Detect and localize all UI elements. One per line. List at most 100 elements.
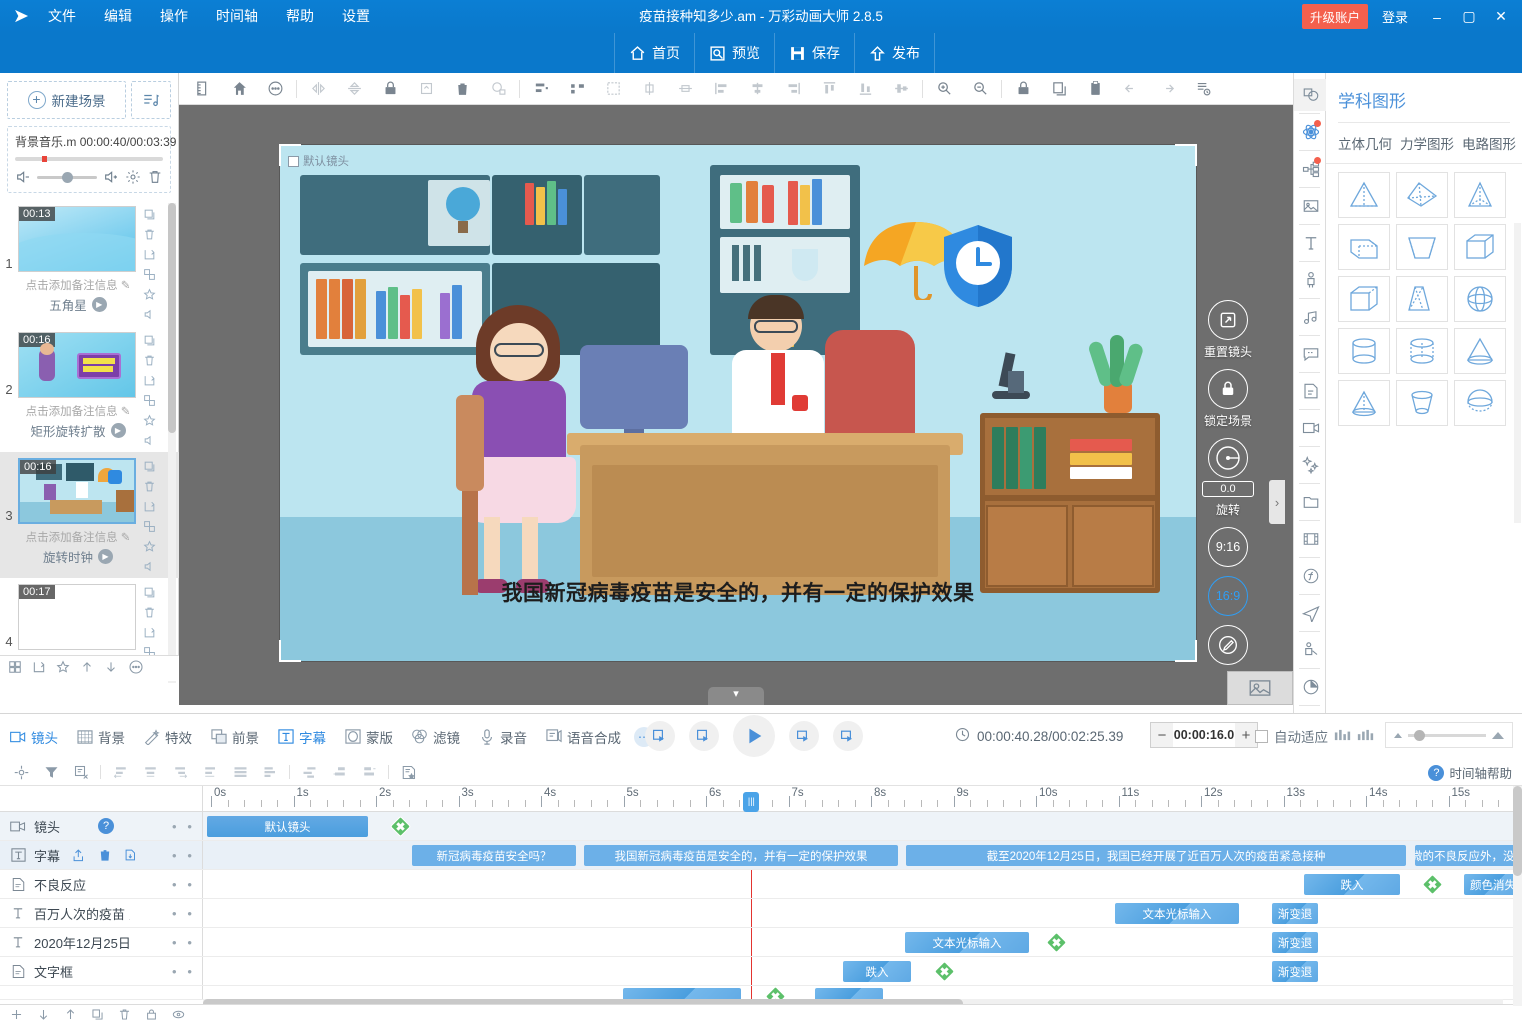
role-icon[interactable]: [1294, 634, 1327, 666]
copy-icon[interactable]: [91, 1008, 104, 1024]
trash-icon[interactable]: [98, 848, 112, 862]
duplicate-scene-icon[interactable]: [143, 268, 156, 284]
zoom-track[interactable]: [1408, 734, 1486, 737]
volume-slider[interactable]: [37, 176, 97, 179]
scene-transition[interactable]: 矩形旋转扩散 ▶: [18, 421, 138, 443]
distribute-cols-icon[interactable]: [255, 760, 285, 785]
pyramid-icon[interactable]: [1454, 172, 1506, 218]
sphere-icon[interactable]: [1454, 276, 1506, 322]
scene-transition[interactable]: 旋转时钟 ▶: [18, 547, 138, 569]
duplicate-scene-icon[interactable]: [143, 394, 156, 410]
library-scrollbar[interactable]: [1514, 223, 1521, 523]
align-group-icon[interactable]: [523, 74, 559, 104]
track-clips[interactable]: [203, 986, 1522, 999]
track-type-camera[interactable]: 镜头: [0, 714, 67, 760]
flip-horizontal-icon[interactable]: [300, 74, 336, 104]
duplicate-scene-icon[interactable]: [143, 520, 156, 536]
star-icon[interactable]: [56, 660, 70, 677]
camera-label[interactable]: 默认镜头: [288, 153, 349, 169]
align-middle-h-icon[interactable]: [883, 74, 919, 104]
ratio-9-16-button[interactable]: 9:16: [1208, 527, 1248, 567]
autofit-checkbox[interactable]: [1255, 730, 1268, 743]
align-both-icon[interactable]: [195, 760, 225, 785]
selection-corner-bl[interactable]: [279, 640, 301, 662]
wedge-icon[interactable]: [1338, 224, 1390, 270]
hemisphere-icon[interactable]: [1454, 380, 1506, 426]
scene-note[interactable]: 点击添加备注信息 ✎: [18, 524, 138, 547]
login-button[interactable]: 登录: [1370, 7, 1420, 26]
scene-thumbnail[interactable]: 00:16: [18, 332, 136, 398]
clip-subtitle-1[interactable]: 新冠病毒疫苗安全吗？: [412, 845, 576, 866]
copy-scene-icon[interactable]: [143, 460, 156, 476]
track-row[interactable]: 字幕 • • 新冠病毒疫苗安全吗？ 我国新冠病毒疫苗是安全的，并有一定的保护效果…: [0, 841, 1522, 870]
eye-icon[interactable]: [172, 1008, 185, 1024]
folder-icon[interactable]: [1294, 486, 1327, 518]
lock-icon[interactable]: [372, 74, 408, 104]
tab-mechanics[interactable]: 力学图形: [1400, 133, 1454, 153]
tab-solid-geometry[interactable]: 立体几何: [1338, 133, 1392, 153]
track-clips[interactable]: 默认镜头: [203, 812, 1522, 840]
delete-scene-icon[interactable]: [143, 606, 156, 622]
scene-order-icon[interactable]: [131, 81, 171, 119]
ratio-16-9-button[interactable]: 16:9: [1208, 576, 1248, 616]
edit-icon[interactable]: ✎: [121, 406, 131, 418]
rotation-value[interactable]: 0.0: [1202, 481, 1254, 497]
align-end-icon[interactable]: [165, 760, 195, 785]
clip-gradient-exit[interactable]: 渐变退: [1272, 932, 1318, 953]
scene-note[interactable]: 点击添加备注信息 ✎: [18, 398, 138, 421]
trapezoid-solid-icon[interactable]: [1396, 224, 1448, 270]
chevron-down-icon[interactable]: ▾: [708, 687, 764, 705]
menu-settings[interactable]: 设置: [328, 0, 384, 33]
bgm-progress-bar[interactable]: [15, 157, 163, 161]
timeline-ruler[interactable]: 0s1s2s3s4s5s6s7s8s9s10s11s12s13s14s15s16…: [203, 786, 1522, 812]
scene-item[interactable]: 1 00:13 点击添加备注信息 ✎ 五角星 ▶: [0, 200, 179, 326]
track-name-adverse-reaction[interactable]: 不良反应 • •: [0, 870, 203, 898]
preview-button[interactable]: 预览: [695, 33, 775, 73]
track-type-recording[interactable]: 录音: [469, 714, 536, 760]
distribute-icon[interactable]: [559, 74, 595, 104]
move-down-icon[interactable]: [37, 1008, 50, 1024]
duration-value[interactable]: 00:00:16.0: [1173, 728, 1235, 742]
save-button[interactable]: 保存: [775, 33, 855, 73]
volume-up-icon[interactable]: [103, 169, 119, 185]
science-icon[interactable]: [1294, 116, 1327, 148]
upgrade-account-button[interactable]: 升级账户: [1302, 4, 1368, 29]
menu-help[interactable]: 帮助: [272, 0, 328, 33]
lock-icon[interactable]: [145, 1008, 158, 1024]
favorite-scene-icon[interactable]: [143, 288, 156, 304]
track-row[interactable]: 2020年12月25日 • • 文本光标输入 渐变退: [0, 928, 1522, 957]
timeline-help[interactable]: ? 时间轴帮助: [1428, 759, 1512, 786]
cube2-icon[interactable]: [1338, 276, 1390, 322]
volume-down-icon[interactable]: [15, 169, 31, 185]
cylinder-icon[interactable]: [1338, 328, 1390, 374]
clip-text-cursor-input[interactable]: 文本光标输入: [1115, 903, 1239, 924]
flip-vertical-icon[interactable]: [336, 74, 372, 104]
track-clips[interactable]: 文本光标输入 渐变退: [203, 899, 1522, 927]
align-bottom-icon[interactable]: [847, 74, 883, 104]
scene-transition[interactable]: 五角星 ▶: [18, 295, 138, 317]
new-scene-button[interactable]: + 新建场景: [7, 81, 126, 119]
clip-fall-in[interactable]: 跌入: [1304, 874, 1400, 895]
keyframe-marker[interactable]: [1422, 874, 1443, 895]
tab-circuits[interactable]: 电路图形: [1462, 133, 1516, 153]
group-left-icon[interactable]: [324, 760, 354, 785]
export-icon[interactable]: [32, 660, 46, 677]
track-clips[interactable]: 新冠病毒疫苗安全吗？ 我国新冠病毒疫苗是安全的，并有一定的保护效果 截至2020…: [203, 841, 1522, 869]
clip-subtitle-3[interactable]: 截至2020年12月25日，我国已经开展了近百万人次的疫苗紧急接种: [906, 845, 1406, 866]
zoom-out-icon[interactable]: [962, 74, 998, 104]
track-clips[interactable]: 跌入 颜色消失: [203, 870, 1522, 898]
text-icon[interactable]: [1294, 227, 1327, 259]
track-name-textbox[interactable]: 文字框 • •: [0, 957, 203, 985]
track-name-date[interactable]: 2020年12月25日 • •: [0, 928, 203, 956]
play-to-end-icon[interactable]: [833, 721, 863, 751]
redo-icon[interactable]: [1149, 74, 1185, 104]
cone-icon[interactable]: [1338, 172, 1390, 218]
selection-corner-tr[interactable]: [1175, 144, 1197, 166]
fit-all-icon[interactable]: [1357, 729, 1374, 744]
move-up-icon[interactable]: [64, 1008, 77, 1024]
pencil-icon[interactable]: [1208, 625, 1248, 665]
export-icon[interactable]: [72, 848, 86, 862]
track-type-foreground[interactable]: 前景: [201, 714, 268, 760]
play-next-icon[interactable]: [789, 721, 819, 751]
align-left-icon[interactable]: [703, 74, 739, 104]
